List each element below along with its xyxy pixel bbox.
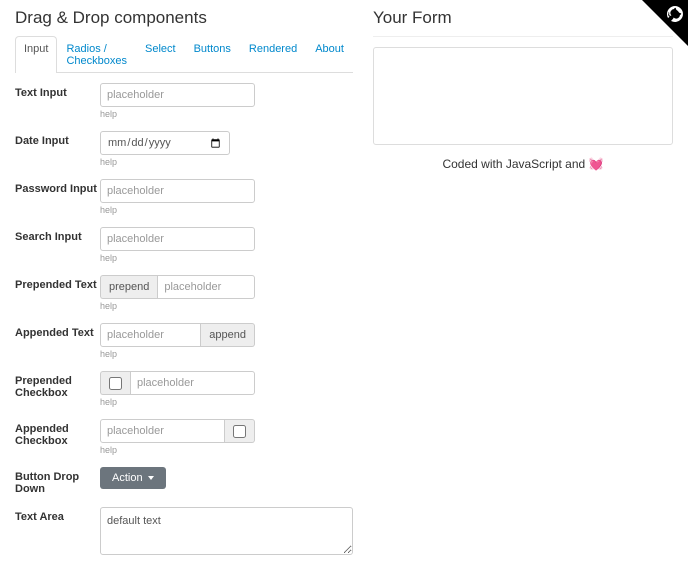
append-addon: append [201,323,255,347]
search-input-label: Search Input [15,227,100,243]
appended-checkbox-help: help [100,445,255,455]
prepended-checkbox-help: help [100,397,255,407]
button-dropdown-row[interactable]: Button Drop Down Action [15,467,353,495]
tab-rendered[interactable]: Rendered [240,36,306,73]
appended-text-label: Appended Text [15,323,100,339]
tab-radios-checkboxes[interactable]: Radios / Checkboxes [57,36,136,73]
appended-text-field[interactable] [100,323,201,347]
form-drop-target[interactable] [373,47,673,145]
tab-buttons[interactable]: Buttons [185,36,240,73]
append-checkbox[interactable] [233,425,246,438]
tab-about[interactable]: About [306,36,353,73]
divider [373,36,673,37]
date-input-field[interactable] [100,131,230,155]
appended-text-row[interactable]: Appended Text append help [15,323,353,359]
components-panel: Drag & Drop components Input Radios / Ch… [15,8,353,570]
heart-icon: 💓 [589,157,604,171]
password-input-label: Password Input [15,179,100,195]
prepend-checkbox-addon [100,371,130,395]
search-input-field[interactable] [100,227,255,251]
date-input-label: Date Input [15,131,100,147]
text-area-row[interactable]: Text Area [15,507,353,558]
prepend-checkbox[interactable] [109,377,122,390]
append-checkbox-addon [225,419,255,443]
search-input-help: help [100,253,255,263]
prepend-addon: prepend [100,275,157,299]
password-input-field[interactable] [100,179,255,203]
prepended-checkbox-label: Prepended Checkbox [15,371,100,399]
action-dropdown-button[interactable]: Action [100,467,166,489]
action-button-text: Action [112,472,143,484]
text-area-label: Text Area [15,507,100,523]
date-input-row[interactable]: Date Input help [15,131,353,167]
password-input-help: help [100,205,255,215]
search-input-row[interactable]: Search Input help [15,227,353,263]
tab-select[interactable]: Select [136,36,185,73]
components-title: Drag & Drop components [15,8,353,28]
appended-checkbox-field[interactable] [100,419,225,443]
button-dropdown-label: Button Drop Down [15,467,100,495]
date-input-help: help [100,157,230,167]
prepended-text-row[interactable]: Prepended Text prepend help [15,275,353,311]
appended-text-help: help [100,349,255,359]
github-icon [664,3,687,26]
prepended-text-help: help [100,301,255,311]
appended-checkbox-label: Appended Checkbox [15,419,100,447]
caret-down-icon [148,476,154,480]
password-input-row[interactable]: Password Input help [15,179,353,215]
github-ribbon[interactable] [642,0,688,46]
prepended-text-field[interactable] [157,275,255,299]
text-input-row[interactable]: Text Input help [15,83,353,119]
form-title: Your Form [373,8,673,28]
tabs: Input Radios / Checkboxes Select Buttons… [15,36,353,73]
text-input-help: help [100,109,255,119]
prepended-text-label: Prepended Text [15,275,100,291]
text-input-label: Text Input [15,83,100,99]
text-area-field[interactable] [100,507,353,555]
footer-text: Coded with JavaScript and 💓 [373,157,673,171]
text-input-field[interactable] [100,83,255,107]
form-panel: Your Form Coded with JavaScript and 💓 [373,8,673,570]
appended-checkbox-row[interactable]: Appended Checkbox help [15,419,353,455]
tab-input[interactable]: Input [15,36,57,73]
prepended-checkbox-row[interactable]: Prepended Checkbox help [15,371,353,407]
prepended-checkbox-field[interactable] [130,371,255,395]
